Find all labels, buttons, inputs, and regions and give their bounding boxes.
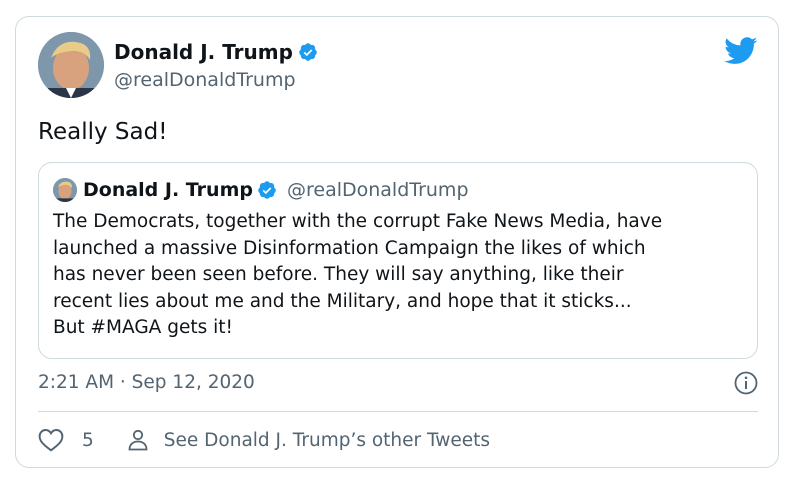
tweet-timestamp[interactable]: 2:21 AM · Sep 12, 2020: [38, 370, 255, 396]
verified-badge-icon: [258, 181, 276, 199]
other-tweets-label: See Donald J. Trump’s other Tweets: [163, 429, 491, 451]
quoted-tweet[interactable]: Donald J. Trump @realDonaldTrump The Dem…: [38, 162, 758, 359]
avatar-portrait-icon: [38, 32, 104, 98]
tweet-card: Donald J. Trump @realDonaldTrump Really …: [15, 16, 779, 468]
like-count: 5: [82, 429, 94, 451]
quoted-author-name-text: Donald J. Trump: [83, 179, 253, 201]
quoted-author-avatar[interactable]: [53, 178, 77, 202]
quoted-tweet-text: The Democrats, together with the corrupt…: [53, 211, 663, 338]
other-tweets-link[interactable]: See Donald J. Trump’s other Tweets: [126, 428, 490, 452]
author-name[interactable]: Donald J. Trump: [114, 39, 318, 65]
author-avatar[interactable]: [38, 32, 104, 98]
verified-badge-icon: [299, 43, 317, 61]
quoted-tweet-header: Donald J. Trump @realDonaldTrump: [53, 177, 469, 203]
info-icon[interactable]: [734, 371, 758, 395]
avatar-portrait-icon: [53, 178, 77, 202]
heart-icon: [38, 429, 64, 452]
quoted-author-name[interactable]: Donald J. Trump: [83, 179, 277, 201]
twitter-bird-icon[interactable]: [724, 37, 758, 65]
tweet-actions: 5 See Donald J. Trump’s other Tweets: [38, 425, 490, 455]
author-handle[interactable]: @realDonaldTrump: [114, 67, 296, 93]
like-button[interactable]: 5: [38, 428, 94, 452]
author-name-text: Donald J. Trump: [114, 40, 293, 64]
tweet-text: Really Sad!: [38, 119, 168, 145]
quoted-author-handle[interactable]: @realDonaldTrump: [287, 179, 469, 201]
divider: [38, 411, 758, 412]
person-icon: [128, 429, 148, 451]
